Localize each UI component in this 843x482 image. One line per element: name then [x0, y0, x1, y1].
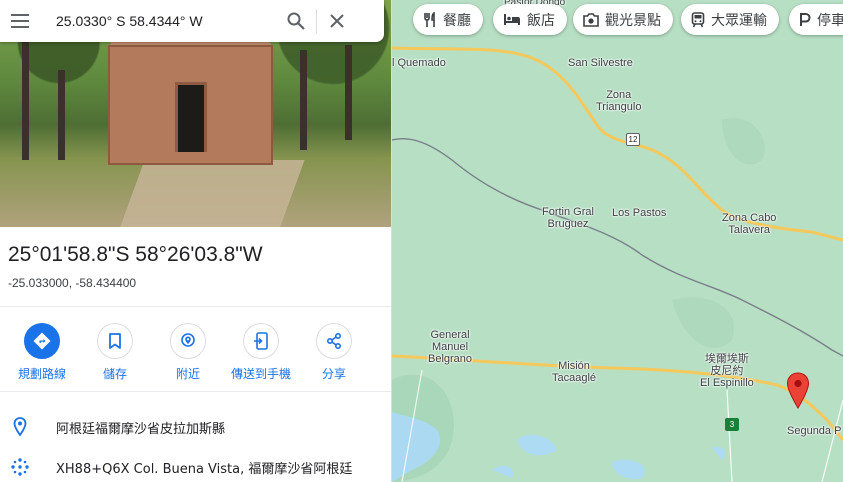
parking-icon — [799, 12, 811, 27]
directions-label: 規劃路線 — [17, 367, 66, 381]
place-panel: 25°01'58.8"S 58°26'03.8"W -25.033000, -5… — [0, 0, 392, 482]
map-label-el-espinillo: 埃爾埃斯 皮尼約 El Espinillo — [700, 353, 754, 389]
chip-transit-label: 大眾運輸 — [711, 12, 767, 29]
map-terrain-patch — [672, 297, 734, 348]
send-to-phone-icon — [243, 323, 279, 359]
map-terrain-patch — [722, 118, 765, 165]
share-button[interactable]: 分享 — [297, 323, 371, 382]
map-label-san-silvestre: San Silvestre — [568, 57, 633, 69]
place-decimal-coordinates[interactable]: -25.033000, -58.434400 — [8, 276, 136, 290]
region-text: 阿根廷福爾摩沙省皮拉加斯縣 — [56, 421, 226, 437]
camera-icon — [583, 12, 599, 27]
map-label-zona-cabo: Zona Cabo Talavera — [722, 212, 777, 236]
map-pin-icon[interactable] — [786, 372, 810, 410]
chip-parking-label: 停車 — [817, 12, 843, 29]
location-pin-icon — [0, 417, 40, 437]
photo-tree-trunk — [22, 40, 29, 160]
nearby-icon — [170, 323, 206, 359]
map-minor-road — [726, 389, 733, 482]
nearby-label: 附近 — [175, 367, 200, 381]
chip-attractions[interactable]: 觀光景點 — [573, 4, 673, 35]
chip-parking[interactable]: 停車 — [789, 4, 843, 35]
map-label-los-pastos: Los Pastos — [612, 207, 667, 219]
place-title: 25°01'58.8"S 58°26'03.8"W — [8, 243, 263, 266]
menu-button[interactable] — [0, 0, 40, 42]
search-button[interactable] — [276, 0, 316, 42]
chip-restaurants-label: 餐廳 — [443, 12, 471, 29]
photo-path — [115, 160, 305, 227]
chip-restaurants[interactable]: 餐廳 — [413, 4, 483, 35]
region-row[interactable]: 阿根廷福爾摩沙省皮拉加斯縣 — [0, 409, 391, 445]
map-water — [712, 446, 726, 460]
directions-icon — [24, 323, 60, 359]
search-box — [0, 0, 384, 42]
directions-button[interactable]: 規劃路線 — [5, 323, 79, 382]
route-3-shield: 3 — [725, 418, 739, 431]
map-label-general-belgrano: General Manuel Belgrano — [428, 329, 473, 365]
photo-hut-door — [175, 82, 207, 152]
map-border-line — [392, 138, 843, 357]
plus-code-text: XH88+Q6X Col. Buena Vista, 福爾摩沙省阿根廷 — [56, 461, 353, 477]
plus-code-icon — [0, 457, 40, 477]
photo-tree-trunk — [300, 50, 307, 150]
send-to-phone-button[interactable]: 傳送到手機 — [224, 323, 298, 382]
hotel-icon — [503, 13, 521, 26]
photo-tree-trunk — [345, 45, 352, 140]
map-label-fortin: Fortin Gral Bruguez — [542, 206, 594, 230]
nearby-button[interactable]: 附近 — [151, 323, 225, 382]
chip-attractions-label: 觀光景點 — [605, 12, 661, 29]
transit-icon — [691, 11, 705, 28]
chip-hotels[interactable]: 飯店 — [493, 4, 567, 35]
chip-transit[interactable]: 大眾運輸 — [681, 4, 779, 35]
map-drawing — [392, 46, 843, 482]
share-icon — [316, 323, 352, 359]
send-to-phone-label: 傳送到手機 — [230, 367, 291, 381]
map-canvas[interactable]: 12 3 Pastor Dondo l Quemado San Silvestr… — [392, 0, 843, 482]
photo-tree-trunk — [58, 70, 65, 160]
bookmark-icon — [97, 323, 133, 359]
map-water — [517, 434, 557, 456]
save-button[interactable]: 儲存 — [78, 323, 152, 382]
divider — [0, 391, 391, 392]
share-label: 分享 — [321, 367, 346, 381]
map-water — [492, 465, 513, 478]
search-icon — [287, 12, 305, 30]
map-label-mision: Misión Tacaaglé — [552, 360, 597, 384]
map-water — [612, 459, 645, 480]
map-label-segunda: Segunda P — [787, 425, 842, 437]
hamburger-icon — [11, 14, 29, 28]
save-label: 儲存 — [102, 367, 127, 381]
restaurant-icon — [423, 11, 437, 28]
search-input[interactable] — [56, 13, 276, 29]
divider — [0, 306, 391, 307]
map-label-zona-triangulo: Zona Triangulo — [596, 89, 642, 113]
chip-hotels-label: 飯店 — [527, 12, 555, 29]
action-bar: 規劃路線 儲存 附近 傳送到手機 分享 — [0, 323, 391, 383]
map-label-quemado: l Quemado — [392, 57, 446, 69]
map-minor-road — [821, 399, 843, 482]
clear-search-button[interactable] — [317, 0, 357, 42]
plus-code-row[interactable]: XH88+Q6X Col. Buena Vista, 福爾摩沙省阿根廷 — [0, 449, 391, 482]
close-icon — [330, 14, 344, 28]
map-main-road — [392, 354, 843, 441]
route-12-shield: 12 — [626, 133, 640, 146]
